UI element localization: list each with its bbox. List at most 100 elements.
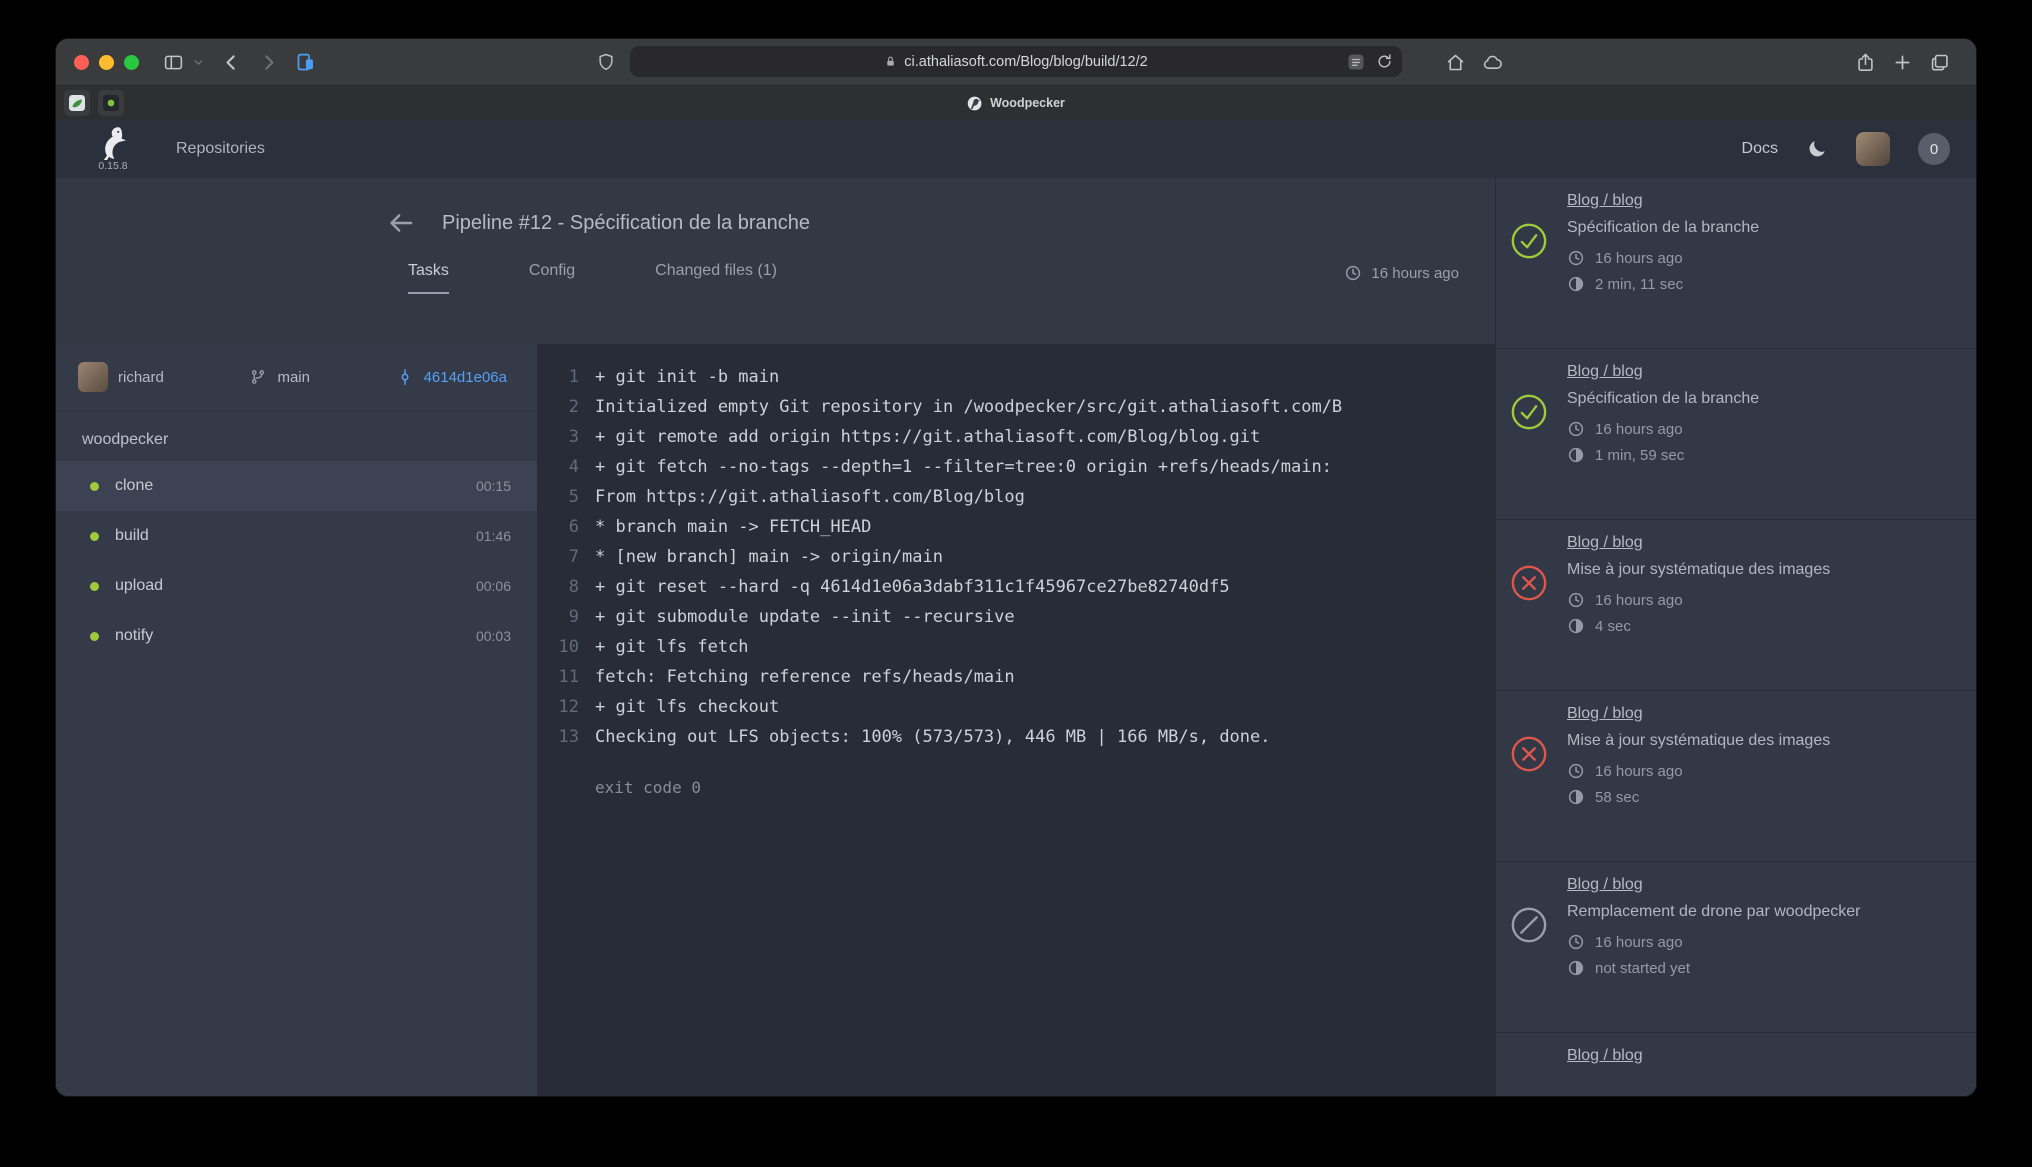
build-entry[interactable]: Blog / blogMise à jour systématique des … [1496, 520, 1976, 691]
build-repo-link[interactable]: Blog / blog [1567, 1047, 1643, 1065]
tab-changed-files-1[interactable]: Changed files (1) [655, 262, 777, 294]
extension-badge-icon[interactable] [1346, 52, 1366, 72]
log-line: 7* [new branch] main -> origin/main [537, 542, 1495, 572]
active-browser-tab[interactable]: Woodpecker [967, 86, 1065, 120]
build-entry[interactable]: Blog / blog [1496, 1033, 1976, 1096]
log-line-number: 1 [537, 362, 595, 392]
nav-repositories[interactable]: Repositories [176, 140, 265, 158]
tab-tasks[interactable]: Tasks [408, 262, 449, 294]
user-avatar[interactable] [1856, 132, 1890, 166]
browser-toolbar: ci.athaliasoft.com/Blog/blog/build/12/2 [56, 39, 1976, 86]
build-message: Mise à jour systématique des images [1567, 732, 1952, 750]
icloud-tabs-icon[interactable] [1482, 52, 1503, 73]
pipeline-title-block: Pipeline #12 - Spécification de la branc… [56, 178, 1495, 344]
log-line-text: Checking out LFS objects: 100% (573/573)… [595, 722, 1271, 752]
log-line-number: 3 [537, 422, 595, 452]
build-time: 16 hours ago [1567, 762, 1952, 780]
page-title: Pipeline #12 - Spécification de la branc… [442, 212, 810, 235]
woodpecker-logo[interactable]: 0.15.8 [82, 126, 144, 172]
step-duration: 01:46 [476, 528, 511, 544]
pinned-tab-1[interactable] [64, 90, 90, 116]
home-icon[interactable] [1445, 52, 1466, 73]
commit-author: richard [78, 362, 164, 392]
chevron-down-icon[interactable] [192, 56, 205, 69]
sidebar-toggle-icon[interactable] [163, 52, 184, 73]
pipeline-time-ago: 16 hours ago [1344, 264, 1459, 294]
log-line-number: 7 [537, 542, 595, 572]
minimize-window-button[interactable] [99, 55, 114, 70]
back-button[interactable] [221, 52, 242, 73]
tab-config[interactable]: Config [529, 262, 575, 294]
notification-badge[interactable]: 0 [1918, 133, 1950, 165]
new-tab-icon[interactable] [1892, 52, 1913, 73]
steps-list: clone00:15 build 01:46 upload00:06notify00:… [56, 461, 537, 661]
clock-icon [1567, 249, 1585, 267]
branch-name: main [277, 369, 310, 386]
build-repo-link[interactable]: Blog / blog [1567, 534, 1643, 552]
close-window-button[interactable] [74, 55, 89, 70]
clock-icon [1344, 264, 1362, 282]
build-status-icon-success [1510, 222, 1548, 260]
build-entry[interactable]: Blog / blogSpécification de la branche16… [1496, 178, 1976, 349]
dark-mode-toggle-icon[interactable] [1806, 138, 1828, 160]
log-line-number: 12 [537, 692, 595, 722]
build-duration-text: 4 sec [1595, 618, 1631, 635]
step-row-notify[interactable]: notify00:03 [56, 611, 537, 661]
log-panel: 1+ git init -b main2Initialized empty Gi… [537, 344, 1495, 1096]
build-repo-link[interactable]: Blog / blog [1567, 705, 1643, 723]
app-header: 0.15.8 Repositories Docs 0 [56, 120, 1976, 178]
clock-icon [1567, 762, 1585, 780]
forward-button[interactable] [258, 52, 279, 73]
woodpecker-bird-icon [98, 126, 128, 160]
step-row-build[interactable]: build 01:46 [56, 511, 537, 561]
commit-meta-row: richard main 4614d1e06a [56, 344, 537, 411]
build-entry[interactable]: Blog / blog Mise à jour systématique des … [1496, 691, 1976, 862]
address-bar[interactable]: ci.athaliasoft.com/Blog/blog/build/12/2 [630, 46, 1402, 77]
build-repo-link[interactable]: Blog / blog [1567, 363, 1643, 381]
share-icon[interactable] [1855, 52, 1876, 73]
build-repo-link[interactable]: Blog / blog [1567, 876, 1643, 894]
log-line-text: fetch: Fetching reference refs/heads/mai… [595, 662, 1015, 692]
build-message: Remplacement de drone par woodpecker [1567, 903, 1952, 921]
build-duration-text: 58 sec [1595, 789, 1639, 806]
build-duration-text: 2 min, 11 sec [1595, 276, 1683, 293]
pinned-tab-2[interactable] [98, 90, 124, 116]
build-duration: not started yet [1567, 959, 1952, 977]
build-repo-link[interactable]: Blog / blog [1567, 192, 1643, 210]
main-content: Pipeline #12 - Spécification de la branc… [56, 178, 1495, 1096]
step-row-clone[interactable]: clone00:15 [56, 461, 537, 511]
build-time-text: 16 hours ago [1595, 592, 1683, 609]
build-time: 16 hours ago [1567, 933, 1952, 951]
log-line-number: 5 [537, 482, 595, 512]
build-time-text: 16 hours ago [1595, 250, 1683, 267]
app-header-right: Docs 0 [1742, 132, 1950, 166]
step-name: build [115, 527, 149, 545]
tab-overview-icon[interactable] [1929, 52, 1950, 73]
commit-hash-link[interactable]: 4614d1e06a [424, 369, 507, 386]
build-entry[interactable]: Blog / blog Remplacement de drone par woo… [1496, 862, 1976, 1033]
toolbar-spacer [1511, 62, 1847, 63]
build-time-text: 16 hours ago [1595, 934, 1683, 951]
docs-link[interactable]: Docs [1742, 140, 1778, 158]
build-time: 16 hours ago [1567, 249, 1952, 267]
window-controls [74, 55, 139, 70]
log-line: 4+ git fetch --no-tags --depth=1 --filte… [537, 452, 1495, 482]
reload-icon[interactable] [1376, 53, 1393, 70]
step-status-dot [90, 632, 99, 641]
log-line: 11fetch: Fetching reference refs/heads/m… [537, 662, 1495, 692]
log-line-number: 8 [537, 572, 595, 602]
extension-icon[interactable] [295, 52, 316, 73]
privacy-shield-icon[interactable] [596, 52, 616, 72]
clock-icon [1567, 420, 1585, 438]
duration-icon [1567, 275, 1585, 293]
zoom-window-button[interactable] [124, 55, 139, 70]
log-line-text: + git remote add origin https://git.atha… [595, 422, 1260, 452]
step-row-upload[interactable]: upload00:06 [56, 561, 537, 611]
build-duration: 4 sec [1567, 617, 1952, 635]
build-entry[interactable]: Blog / blogSpécification de la branche16… [1496, 349, 1976, 520]
log-line-number: 10 [537, 632, 595, 662]
address-bar-actions [1346, 52, 1393, 72]
log-line-text: Initialized empty Git repository in /woo… [595, 392, 1342, 422]
duration-icon [1567, 446, 1585, 464]
back-to-repo-button[interactable] [386, 208, 416, 238]
